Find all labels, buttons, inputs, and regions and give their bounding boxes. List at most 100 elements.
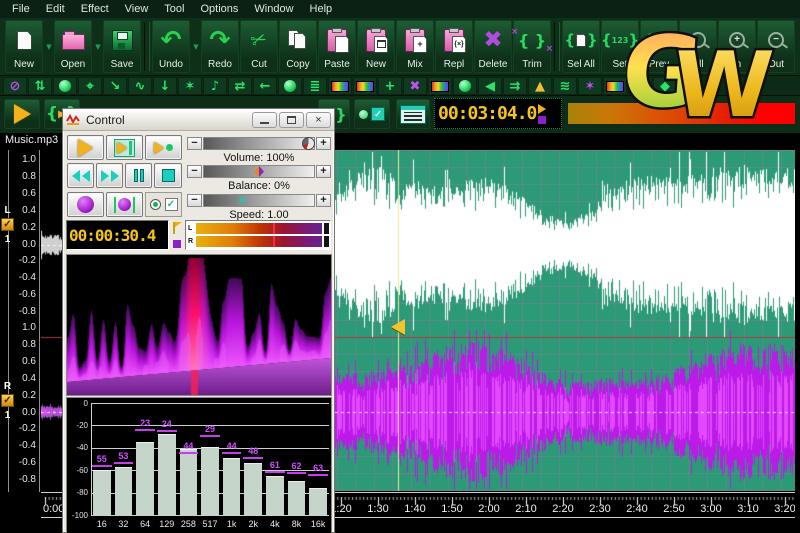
y-axis-tick: -100 — [71, 510, 88, 520]
fx-icon-flash[interactable]: ✶ — [178, 77, 202, 95]
selection-marker-icon[interactable] — [391, 319, 405, 335]
mix-button[interactable]: + Mix — [396, 20, 434, 73]
menu-effect[interactable]: Effect — [73, 3, 117, 15]
y-axis-tick: -80 — [76, 488, 88, 498]
vu-meter: L R — [185, 220, 331, 250]
menu-help[interactable]: Help — [302, 3, 341, 15]
ctl-record-button[interactable] — [67, 192, 104, 217]
redo-button[interactable]: ↷ Redo — [201, 20, 239, 73]
fx-icon-orb-2[interactable] — [453, 77, 477, 95]
ctl-fastforward-button[interactable] — [96, 163, 123, 188]
balance-plus-button[interactable]: + — [316, 165, 331, 178]
speed-minus-button[interactable]: − — [187, 194, 202, 207]
fx-icon-burst[interactable]: ✶ — [578, 77, 602, 95]
ctl-record-selection-button[interactable] — [106, 192, 143, 217]
radio-icon[interactable] — [149, 199, 161, 210]
open-button[interactable]: Open — [54, 20, 92, 73]
cut-button[interactable]: ✂ Cut — [240, 20, 278, 73]
ruler-label: 2:30 — [589, 503, 611, 515]
volume-knob-icon[interactable] — [302, 137, 315, 150]
fx-icon-fast-forward[interactable]: ⇉ — [503, 77, 527, 95]
fx-icon-orb[interactable] — [278, 77, 302, 95]
ctl-play-button[interactable] — [67, 135, 104, 160]
left-channel-checkbox[interactable]: ✓ — [1, 218, 14, 231]
copy-button[interactable]: Copy — [279, 20, 317, 73]
fx-icon-point-edit[interactable]: ⌖ — [78, 77, 102, 95]
x-axis-tick: 32 — [118, 519, 129, 529]
fx-icon-back-arrow[interactable]: ← — [253, 77, 277, 95]
fx-icon-sphere-effect[interactable] — [53, 77, 77, 95]
fx-icon-ramp[interactable]: ↘ — [103, 77, 127, 95]
fx-icon-drop[interactable]: ↓ — [153, 77, 177, 95]
volume-minus-button[interactable]: − — [187, 137, 202, 150]
ctl-rewind-button[interactable] — [67, 163, 94, 188]
play-button[interactable] — [4, 99, 40, 129]
ctl-play-from-button[interactable] — [145, 135, 182, 160]
ctl-play-selection-button[interactable] — [106, 135, 143, 160]
ctl-stop-button[interactable] — [154, 163, 182, 188]
menu-tool[interactable]: Tool — [156, 3, 192, 15]
fx-icon-equalizer[interactable]: ≣ — [303, 77, 327, 95]
menu-file[interactable]: File — [4, 3, 38, 15]
fx-icon-waves[interactable]: ≋ — [553, 77, 577, 95]
fx-icon-strip[interactable] — [603, 77, 627, 95]
volume-plus-button[interactable]: + — [316, 137, 331, 150]
paste-new-button[interactable]: New — [357, 20, 395, 73]
meter-right-label: R — [188, 237, 194, 245]
delete-button[interactable]: ✖ Delete — [474, 20, 512, 73]
bracket-icon — [133, 196, 135, 213]
copy-pages-icon — [280, 21, 316, 59]
fx-icon-adjust-shift[interactable]: ⇅ — [28, 77, 52, 95]
select-all-button[interactable]: {} Sel All — [562, 20, 600, 73]
trim-button[interactable]: { } × × Trim — [511, 20, 553, 73]
new-dropdown-icon[interactable]: ▼ — [44, 20, 54, 73]
toolbar-separator — [554, 22, 560, 71]
menu-options[interactable]: Options — [192, 3, 246, 15]
frequency-analyzer[interactable]: 0 -20 -40 -60 -80 -100 55 16 53 32 23 64 24 129 44 258 2… — [66, 397, 332, 533]
amplitude-axis: 1.0 0.8 0.6 0.4 0.2 0.0 -0.2 -0.4 -0.6 -0.8 1.0 0.8… — [8, 150, 40, 492]
control-titlebar[interactable]: Control × — [63, 109, 334, 131]
control-body: ✓ − + Volume: 100% − + Balance: 0% − × +… — [63, 131, 334, 533]
speed-track[interactable]: × — [203, 193, 315, 208]
spectrogram-view[interactable] — [66, 254, 332, 396]
balance-minus-button[interactable]: − — [187, 165, 202, 178]
new-button[interactable]: New — [5, 20, 43, 73]
fx-icon-x-filter[interactable]: ✖ — [403, 77, 427, 95]
fx-icon-wave-shape[interactable]: ∿ — [128, 77, 152, 95]
replace-button[interactable]: {×} Repl — [435, 20, 473, 73]
open-dropdown-icon[interactable]: ▼ — [93, 20, 103, 73]
fx-icon-spectrum-bar[interactable] — [328, 77, 352, 95]
button-label: Trim — [522, 59, 542, 70]
speed-slider: − × + — [187, 193, 331, 208]
undo-button[interactable]: ↶ Undo — [152, 20, 190, 73]
ctl-pause-button[interactable] — [125, 163, 152, 188]
fx-icon-mute[interactable]: ⊘ — [3, 77, 27, 95]
speed-plus-button[interactable]: + — [316, 194, 331, 207]
paste-button[interactable]: Paste — [318, 20, 356, 73]
fx-icon-note-list[interactable]: ♪ — [203, 77, 227, 95]
fx-icon-spectrum-pointer[interactable] — [353, 77, 377, 95]
device-controls-button[interactable] — [396, 99, 430, 129]
fx-icon-film-strip[interactable] — [428, 77, 452, 95]
balance-track[interactable] — [203, 165, 315, 178]
right-channel-checkbox[interactable]: ✓ — [1, 394, 14, 407]
menu-edit[interactable]: Edit — [38, 3, 73, 15]
volume-track[interactable] — [203, 137, 315, 150]
checkbox-icon[interactable]: ✓ — [164, 198, 178, 211]
minimize-button[interactable] — [252, 111, 277, 128]
speed-thumb-icon[interactable]: × — [237, 193, 248, 208]
balance-thumb-icon[interactable] — [254, 166, 264, 177]
close-button[interactable]: × — [306, 111, 331, 128]
monitor-button[interactable]: ✓ — [354, 99, 390, 129]
menu-window[interactable]: Window — [246, 3, 301, 15]
redo-icon: ↷ — [209, 25, 231, 54]
undo-dropdown-icon[interactable]: ▼ — [191, 20, 201, 73]
save-button[interactable]: Save — [103, 20, 141, 73]
menu-view[interactable]: View — [117, 3, 157, 15]
peak-line — [92, 464, 112, 467]
maximize-button[interactable] — [279, 111, 304, 128]
fx-icon-cross[interactable]: + — [378, 77, 402, 95]
fx-icon-speaker[interactable]: ◀ — [478, 77, 502, 95]
fx-icon-swap-channels[interactable]: ⇄ — [228, 77, 252, 95]
fx-icon-peak[interactable]: ▲ — [528, 77, 552, 95]
